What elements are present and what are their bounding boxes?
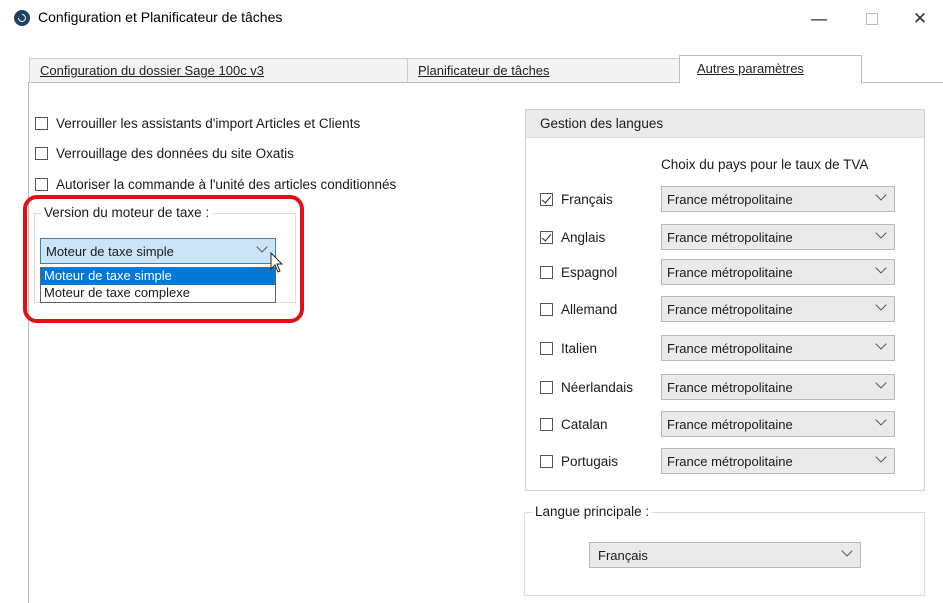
language-label: Portugais — [561, 454, 619, 469]
country-selected: France métropolitaine — [667, 379, 793, 395]
country-select-espagnol[interactable]: France métropolitaine — [661, 259, 895, 285]
chevron-down-icon — [841, 545, 853, 557]
checkbox[interactable] — [35, 178, 48, 191]
tab-configuration-dossier[interactable]: Configuration du dossier Sage 100c v3 — [29, 58, 408, 82]
chevron-down-icon — [875, 377, 887, 389]
language-row-anglais[interactable]: Anglais — [540, 230, 605, 245]
minimize-icon: — — [810, 8, 828, 30]
country-select-italien[interactable]: France métropolitaine — [661, 335, 895, 361]
checkbox[interactable] — [540, 418, 553, 431]
tab-planificateur[interactable]: Planificateur de tâches — [407, 58, 709, 82]
country-selected: France métropolitaine — [667, 191, 793, 207]
country-select-catalan[interactable]: France métropolitaine — [661, 411, 895, 437]
language-label: Italien — [561, 341, 598, 356]
checkbox[interactable] — [540, 342, 553, 355]
language-label: Espagnol — [561, 265, 618, 280]
language-row-allemand[interactable]: Allemand — [540, 302, 617, 317]
country-selected: France métropolitaine — [667, 453, 793, 469]
vat-country-column-label: Choix du pays pour le taux de TVA — [661, 157, 869, 172]
checkbox[interactable] — [540, 231, 553, 244]
country-selected: France métropolitaine — [667, 264, 793, 280]
checkbox[interactable] — [35, 147, 48, 160]
language-label: Allemand — [561, 302, 618, 317]
main-language-selected: Français — [598, 547, 648, 563]
language-label: Français — [561, 192, 613, 207]
country-selected: France métropolitaine — [667, 229, 793, 245]
country-selected: France métropolitaine — [667, 416, 793, 432]
option-label: Autoriser la commande à l'unité des arti… — [56, 177, 397, 192]
language-row-italien[interactable]: Italien — [540, 341, 597, 356]
close-button[interactable]: ✕ — [897, 4, 943, 34]
mouse-cursor-icon — [270, 252, 284, 273]
chevron-down-icon — [875, 338, 887, 350]
language-row-espagnol[interactable]: Espagnol — [540, 265, 617, 280]
option-label: Verrouiller les assistants d'import Arti… — [56, 116, 361, 131]
window-title: Configuration et Planificateur de tâches — [38, 9, 283, 25]
chevron-down-icon — [875, 189, 887, 201]
language-label: Anglais — [561, 230, 606, 245]
minimize-button[interactable]: — — [796, 4, 842, 34]
country-select-anglais[interactable]: France métropolitaine — [661, 224, 895, 250]
language-row-francais[interactable]: Français — [540, 192, 613, 207]
language-row-catalan[interactable]: Catalan — [540, 417, 608, 432]
chevron-down-icon — [875, 451, 887, 463]
country-select-allemand[interactable]: France métropolitaine — [661, 296, 895, 322]
country-select-francais[interactable]: France métropolitaine — [661, 186, 895, 212]
language-row-neerlandais[interactable]: Néerlandais — [540, 380, 633, 395]
country-selected: France métropolitaine — [667, 340, 793, 356]
main-language-select[interactable]: Français — [589, 542, 861, 568]
chevron-down-icon — [875, 227, 887, 239]
maximize-button[interactable] — [849, 4, 895, 34]
language-label: Néerlandais — [561, 380, 634, 395]
chevron-down-icon — [875, 299, 887, 311]
main-language-legend: Langue principale : — [532, 504, 653, 519]
tax-engine-legend: Version du moteur de taxe : — [41, 205, 213, 220]
chevron-down-icon — [875, 414, 887, 426]
app-logo-icon — [14, 10, 30, 26]
chevron-down-icon — [256, 241, 268, 253]
chevron-down-icon — [875, 262, 887, 274]
option-label: Verrouillage des données du site Oxatis — [56, 146, 294, 161]
tax-engine-dropdown-list: Moteur de taxe simple Moteur de taxe com… — [40, 267, 276, 303]
maximize-icon — [866, 13, 878, 25]
option-allow-unit-order[interactable]: Autoriser la commande à l'unité des arti… — [35, 177, 396, 192]
checkbox[interactable] — [540, 193, 553, 206]
language-management-header: Gestion des langues — [526, 110, 924, 138]
country-select-neerlandais[interactable]: France métropolitaine — [661, 374, 895, 400]
tab-autres-parametres[interactable]: Autres paramètres — [679, 55, 862, 84]
checkbox[interactable] — [35, 117, 48, 130]
title-bar: Configuration et Planificateur de tâches… — [0, 0, 943, 38]
close-icon: ✕ — [912, 9, 928, 29]
checkbox[interactable] — [540, 266, 553, 279]
checkbox[interactable] — [540, 455, 553, 468]
option-lock-import-wizards[interactable]: Verrouiller les assistants d'import Arti… — [35, 116, 360, 131]
country-selected: France métropolitaine — [667, 301, 793, 317]
language-label: Catalan — [561, 417, 608, 432]
tax-engine-select[interactable]: Moteur de taxe simple — [40, 238, 276, 264]
checkbox[interactable] — [540, 381, 553, 394]
tax-engine-option-simple[interactable]: Moteur de taxe simple — [41, 268, 275, 285]
option-lock-oxatis-data[interactable]: Verrouillage des données du site Oxatis — [35, 146, 294, 161]
language-row-portugais[interactable]: Portugais — [540, 454, 618, 469]
tax-engine-option-complex[interactable]: Moteur de taxe complexe — [41, 285, 275, 302]
checkbox[interactable] — [540, 303, 553, 316]
country-select-portugais[interactable]: France métropolitaine — [661, 448, 895, 474]
tax-engine-selected: Moteur de taxe simple — [46, 243, 174, 259]
